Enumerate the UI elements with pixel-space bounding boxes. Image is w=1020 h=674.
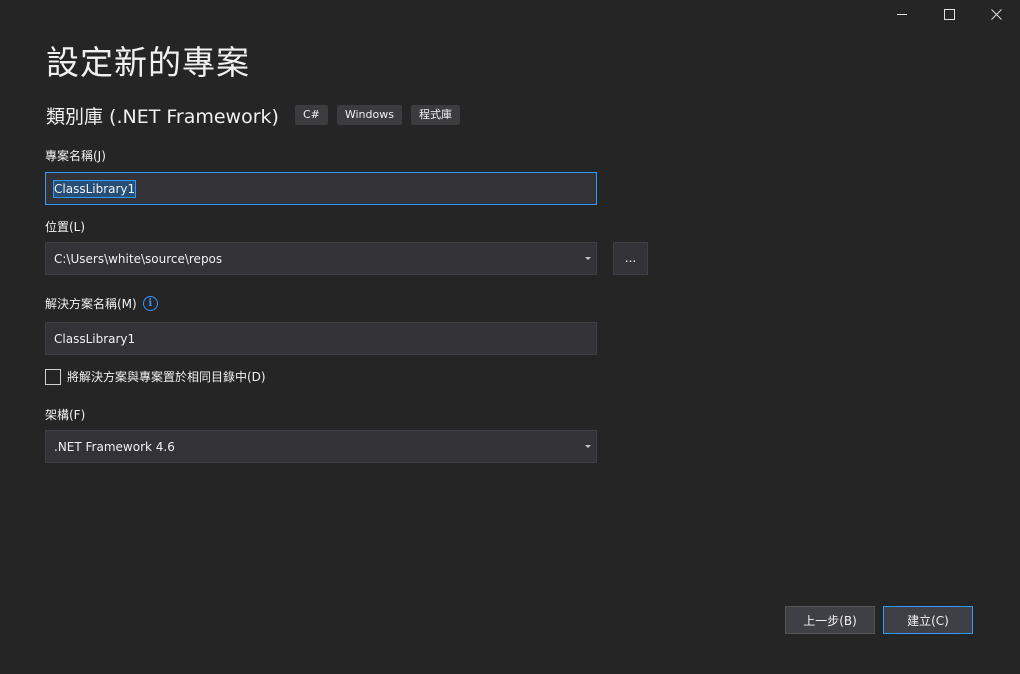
framework-value: .NET Framework 4.6 <box>54 439 175 454</box>
minimize-button[interactable] <box>879 0 926 28</box>
solution-name-label-row: 解決方案名稱(M) i <box>45 295 158 312</box>
maximize-button[interactable] <box>926 0 973 28</box>
framework-label: 架構(F) <box>45 408 86 422</box>
chevron-down-icon[interactable] <box>585 256 591 260</box>
location-label: 位置(L) <box>45 220 86 234</box>
same-directory-checkbox[interactable] <box>45 368 61 385</box>
template-name: 類別庫 (.NET Framework) <box>46 105 279 128</box>
chevron-down-icon[interactable] <box>585 444 591 448</box>
template-header: 類別庫 (.NET Framework) C# Windows 程式庫 <box>46 102 469 128</box>
page-title: 設定新的專案 <box>46 43 250 82</box>
back-button[interactable]: 上一步(B) <box>785 606 875 634</box>
create-button[interactable]: 建立(C) <box>883 606 973 634</box>
window-controls <box>879 0 1020 28</box>
tag-platform: Windows <box>336 105 402 125</box>
location-combobox[interactable]: C:\Users\white\source\repos <box>45 242 597 275</box>
framework-combobox[interactable]: .NET Framework 4.6 <box>45 430 597 463</box>
location-value: C:\Users\white\source\repos <box>54 251 223 266</box>
solution-name-value: ClassLibrary1 <box>54 331 136 346</box>
minimize-icon <box>897 13 907 15</box>
close-button[interactable] <box>973 0 1020 28</box>
solution-name-label: 解決方案名稱(M) <box>45 297 137 311</box>
project-name-value: ClassLibrary1 <box>52 179 137 198</box>
browse-button[interactable]: ... <box>613 242 648 275</box>
same-directory-label: 將解決方案與專案置於相同目錄中(D) <box>67 370 266 384</box>
close-icon <box>991 8 1002 20</box>
tag-project-type: 程式庫 <box>410 105 460 125</box>
solution-name-input[interactable]: ClassLibrary1 <box>45 322 597 355</box>
tag-language: C# <box>294 105 328 125</box>
info-icon[interactable]: i <box>142 296 158 311</box>
maximize-icon <box>944 8 955 20</box>
same-directory-option[interactable]: 將解決方案與專案置於相同目錄中(D) <box>45 368 266 385</box>
project-name-label: 專案名稱(J) <box>45 149 106 163</box>
configure-project-dialog: 設定新的專案 類別庫 (.NET Framework) C# Windows 程… <box>0 0 1020 674</box>
project-name-input[interactable]: ClassLibrary1 <box>45 172 597 205</box>
